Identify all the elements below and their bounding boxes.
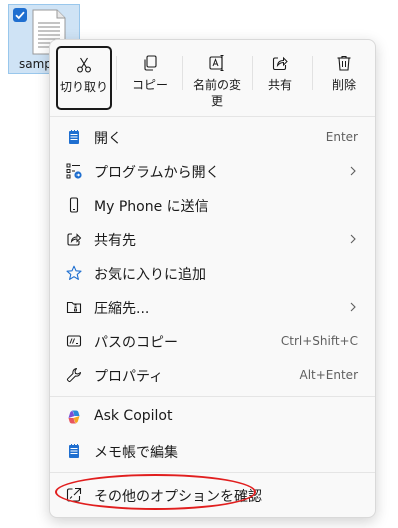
menu-item-label: 圧縮先... bbox=[94, 301, 150, 317]
menu-item-edit-notepad[interactable]: メモ帳で編集 bbox=[54, 435, 371, 467]
context-menu: 切り取り コピー 名前の変更 共有 削除 開く Enter プログラムから開く … bbox=[49, 39, 376, 518]
file-name: samp bbox=[19, 57, 52, 71]
zip-icon bbox=[66, 301, 82, 314]
copy-label: コピー bbox=[131, 78, 168, 92]
menu-item-copy-path[interactable]: パスのコピー Ctrl+Shift+C bbox=[54, 325, 371, 357]
desktop: samp 切り取り コピー 名前の変更 共有 削除 開く Enter プログラム… bbox=[0, 0, 398, 528]
menu-item-label: 開く bbox=[94, 131, 122, 147]
toolbar-separator bbox=[312, 56, 313, 90]
chevron-right-icon bbox=[350, 166, 356, 176]
menu-item-properties[interactable]: プロパティ Alt+Enter bbox=[54, 359, 371, 391]
wrench-icon bbox=[66, 368, 81, 383]
more-options-icon bbox=[66, 487, 82, 502]
chevron-right-icon bbox=[350, 234, 356, 244]
shortcut-text: Alt+Enter bbox=[299, 368, 358, 382]
cut-label: 切り取り bbox=[59, 80, 108, 94]
share-icon bbox=[272, 56, 288, 71]
menu-item-open-with[interactable]: プログラムから開く bbox=[54, 155, 371, 187]
copilot-icon bbox=[68, 410, 80, 424]
notepad-icon bbox=[69, 444, 79, 458]
menu-item-add-favorite[interactable]: お気に入りに追加 bbox=[54, 257, 371, 289]
menu-item-label: 共有先 bbox=[94, 233, 136, 249]
menu-item-label: プログラムから開く bbox=[94, 165, 220, 181]
copy-button[interactable]: コピー bbox=[120, 46, 180, 110]
share-button[interactable]: 共有 bbox=[254, 46, 306, 110]
selection-checkbox[interactable] bbox=[13, 8, 27, 22]
context-menu-toolbar: 切り取り コピー 名前の変更 共有 削除 bbox=[50, 40, 375, 116]
menu-item-send-to-phone[interactable]: My Phone に送信 bbox=[54, 189, 371, 221]
shortcut-text: Enter bbox=[325, 130, 358, 144]
menu-item-label: メモ帳で編集 bbox=[94, 445, 178, 461]
trash-icon bbox=[337, 55, 351, 71]
rename-icon bbox=[209, 55, 224, 71]
menu-item-label: パスのコピー bbox=[94, 335, 178, 351]
share-label: 共有 bbox=[267, 78, 292, 92]
menu-item-share-to[interactable]: 共有先 bbox=[54, 223, 371, 255]
menu-item-label: その他のオプションを確認 bbox=[94, 489, 262, 505]
star-icon bbox=[66, 265, 82, 280]
menu-divider bbox=[50, 472, 375, 473]
scissors-icon bbox=[77, 57, 91, 73]
menu-divider bbox=[50, 396, 375, 397]
share-to-icon bbox=[67, 233, 82, 246]
menu-item-label: プロパティ bbox=[94, 369, 164, 385]
menu-item-ask-copilot[interactable]: Ask Copilot bbox=[54, 401, 371, 433]
notepad-icon bbox=[69, 130, 79, 144]
phone-icon bbox=[69, 197, 79, 213]
menu-item-label: Ask Copilot bbox=[94, 408, 173, 424]
menu-item-label: My Phone に送信 bbox=[94, 199, 209, 215]
menu-item-compress-to[interactable]: 圧縮先... bbox=[54, 291, 371, 323]
menu-item-label: お気に入りに追加 bbox=[94, 267, 206, 283]
chevron-right-icon bbox=[350, 302, 356, 312]
shortcut-text: Ctrl+Shift+C bbox=[280, 334, 358, 348]
cut-button[interactable]: 切り取り bbox=[56, 46, 112, 110]
menu-item-show-more-options[interactable]: その他のオプションを確認 bbox=[54, 479, 371, 511]
toolbar-separator bbox=[182, 56, 183, 90]
rename-button[interactable]: 名前の変更 bbox=[184, 46, 250, 110]
delete-label: 削除 bbox=[331, 78, 356, 92]
menu-divider bbox=[50, 116, 375, 117]
copy-path-icon bbox=[66, 335, 82, 347]
menu-item-open[interactable]: 開く Enter bbox=[54, 121, 371, 153]
open-with-icon bbox=[66, 163, 82, 179]
toolbar-separator bbox=[252, 56, 253, 90]
copy-icon bbox=[144, 55, 157, 71]
delete-button[interactable]: 削除 bbox=[316, 46, 372, 110]
toolbar-separator bbox=[116, 56, 117, 90]
rename-label: 名前の変更 bbox=[192, 78, 241, 108]
